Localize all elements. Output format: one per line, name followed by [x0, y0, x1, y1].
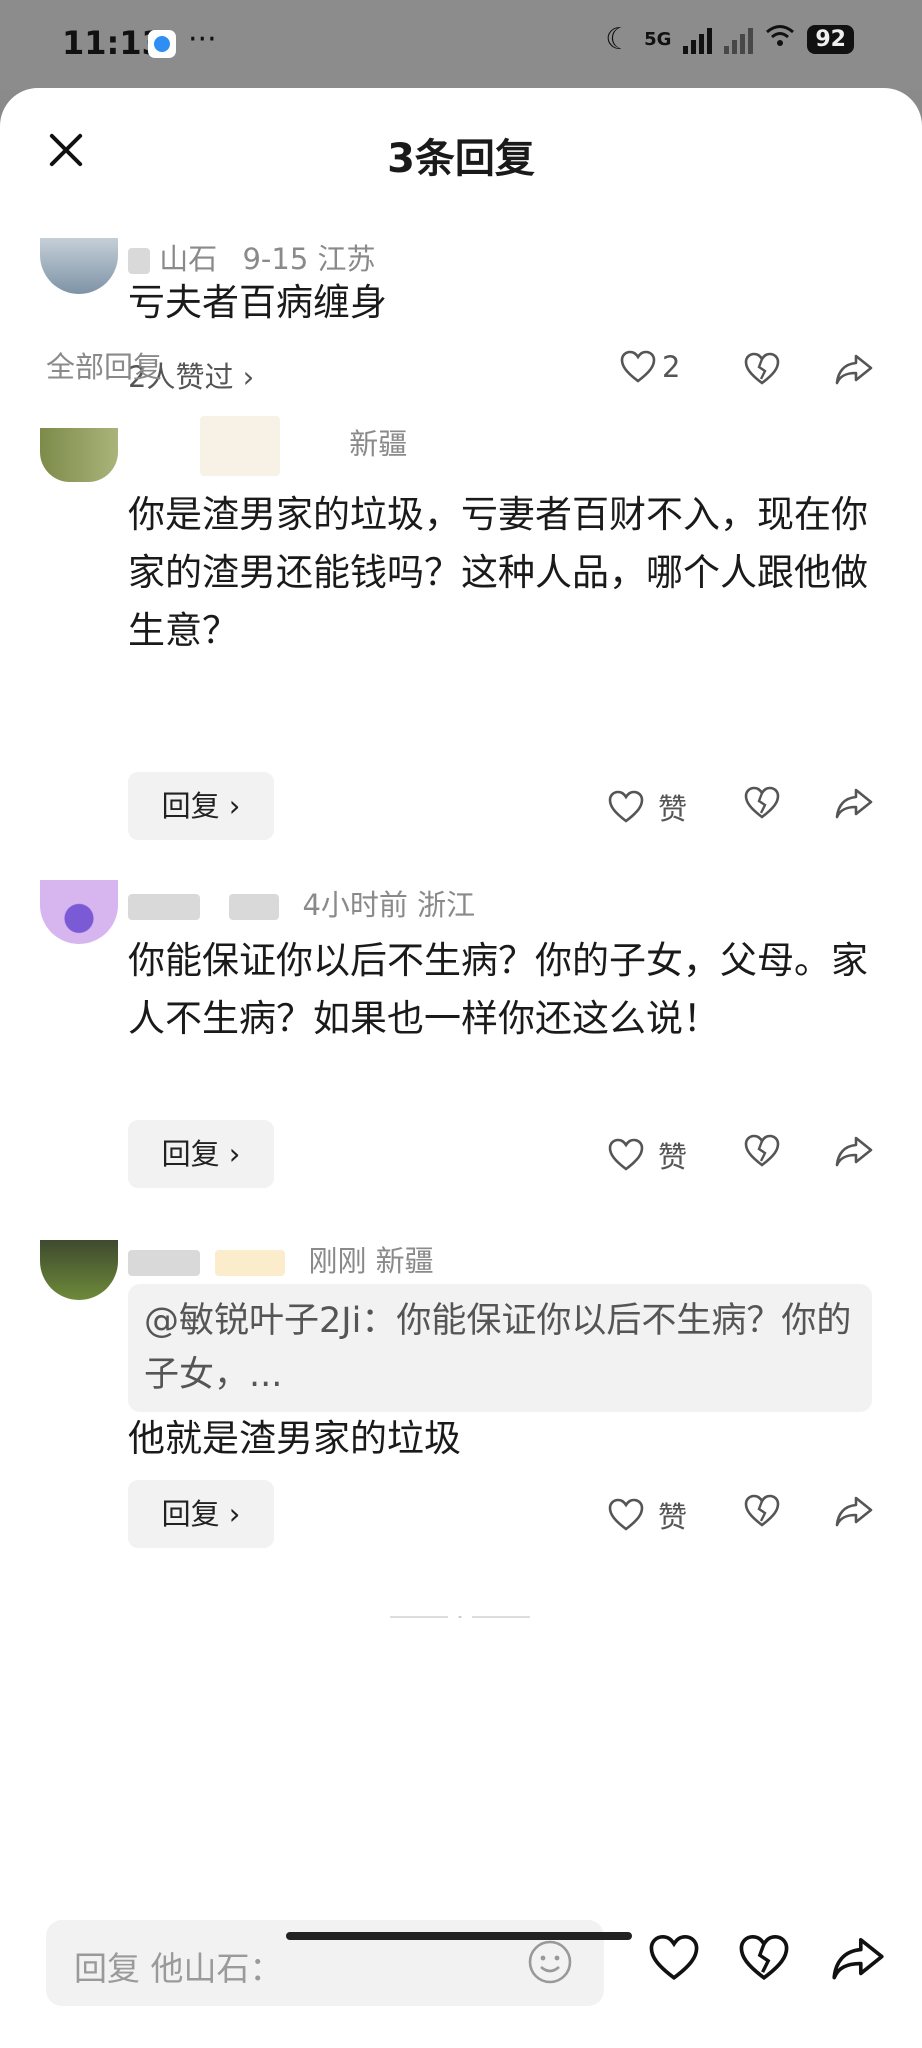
- heart-icon: [608, 1498, 644, 1531]
- comment-meta: 新疆: [128, 416, 407, 476]
- comment-text: 他就是渣男家的垃圾: [128, 1417, 461, 1460]
- section-label: 全部回复: [46, 350, 163, 384]
- comment-meta: 4小时前 浙江: [128, 882, 475, 924]
- username-blur[interactable]: [128, 894, 200, 920]
- username[interactable]: 山石: [159, 242, 217, 276]
- like-button[interactable]: 赞: [608, 1134, 687, 1176]
- wifi-icon: [765, 24, 795, 55]
- sheet-title: 3条回复: [387, 136, 535, 182]
- comment-text: 亏夫者百病缠身: [128, 281, 387, 324]
- like-button[interactable]: 赞: [608, 1494, 687, 1536]
- username-blur: [128, 248, 150, 274]
- broken-heart-icon: [744, 1494, 780, 1527]
- share-button[interactable]: [834, 1134, 874, 1168]
- do-not-disturb-icon: ☾: [605, 22, 633, 57]
- reply-sheet: 3条回复 山石 9-15 江苏 亏夫者百病缠身 2人赞过 › 2 全部回复 新疆…: [0, 88, 922, 2048]
- heart-icon: [608, 1138, 644, 1171]
- dislike-button[interactable]: [744, 352, 780, 386]
- dislike-icon[interactable]: [738, 1934, 790, 1986]
- share-icon: [835, 788, 873, 819]
- username-blur-2: [229, 894, 280, 920]
- dislike-button[interactable]: [744, 1134, 780, 1168]
- dislike-button[interactable]: [744, 1494, 780, 1528]
- comment-text: 你是渣男家的垃圾，亏妻者百财不入，现在你家的渣男还能钱吗？这种人品，哪个人跟他做…: [128, 493, 868, 652]
- username-blur[interactable]: [200, 416, 280, 476]
- comment-text: 你能保证你以后不生病？你的子女，父母。家人不生病？如果也一样你还这么说！: [128, 939, 868, 1040]
- home-indicator[interactable]: [286, 1932, 632, 1940]
- share-button[interactable]: [834, 1494, 874, 1528]
- share-icon[interactable]: [830, 1934, 886, 1986]
- like-count: 2: [662, 350, 681, 384]
- quoted-comment[interactable]: @敏锐叶子2Ji：你能保证你以后不生病？你的子女，...: [128, 1284, 872, 1412]
- emoji-icon[interactable]: [526, 1938, 574, 1990]
- broken-heart-icon: [744, 786, 780, 819]
- reply-button[interactable]: 回复 ›: [128, 1120, 274, 1188]
- heart-icon: [608, 790, 644, 823]
- network-type-label: 5G: [644, 29, 672, 50]
- end-of-list-divider: [390, 1616, 530, 1618]
- signal-2-icon: [724, 26, 754, 54]
- comment-meta: 山石 9-15 江苏: [128, 236, 376, 278]
- like-label: 赞: [658, 1500, 688, 1534]
- avatar[interactable]: [40, 428, 118, 482]
- bottom-action-bar: 回复 他山石：: [0, 1896, 922, 2048]
- like-label: 赞: [658, 1140, 688, 1174]
- avatar[interactable]: [40, 238, 118, 294]
- share-icon: [835, 1136, 873, 1167]
- reply-input-placeholder: 回复 他山石：: [74, 1949, 283, 1988]
- status-icons: ☾ 5G 92: [605, 22, 854, 57]
- share-button[interactable]: [834, 352, 874, 386]
- reply-button[interactable]: 回复 ›: [128, 772, 274, 840]
- broken-heart-icon: [744, 1134, 780, 1167]
- like-icon[interactable]: [648, 1934, 700, 1986]
- like-button[interactable]: 赞: [608, 786, 687, 828]
- author-badge: [215, 1250, 286, 1276]
- comment-meta: 刚刚 新疆: [128, 1238, 434, 1280]
- reply-button[interactable]: 回复 ›: [128, 1480, 274, 1548]
- battery-indicator: 92: [807, 25, 854, 54]
- comment-location: 新疆: [349, 427, 408, 461]
- app-notification-icon: [148, 30, 176, 58]
- comment-time-location: 9-15 江苏: [242, 242, 376, 276]
- signal-icon: [683, 26, 713, 54]
- comment-time-location: 4小时前 浙江: [302, 888, 476, 922]
- avatar[interactable]: [40, 1240, 118, 1300]
- status-bar: 11:13 ··· ☾ 5G 92: [0, 0, 922, 90]
- dislike-button[interactable]: [744, 786, 780, 820]
- share-button[interactable]: [834, 786, 874, 820]
- like-label: 赞: [658, 792, 688, 826]
- username-blur[interactable]: [128, 1250, 200, 1276]
- like-button[interactable]: 2: [620, 350, 680, 384]
- avatar[interactable]: [40, 880, 118, 944]
- heart-icon: [620, 350, 656, 383]
- share-icon: [835, 354, 873, 385]
- more-notifications-icon: ···: [188, 22, 217, 57]
- comment-time-location: 刚刚 新疆: [308, 1244, 434, 1278]
- broken-heart-icon: [744, 352, 780, 385]
- share-icon: [835, 1496, 873, 1527]
